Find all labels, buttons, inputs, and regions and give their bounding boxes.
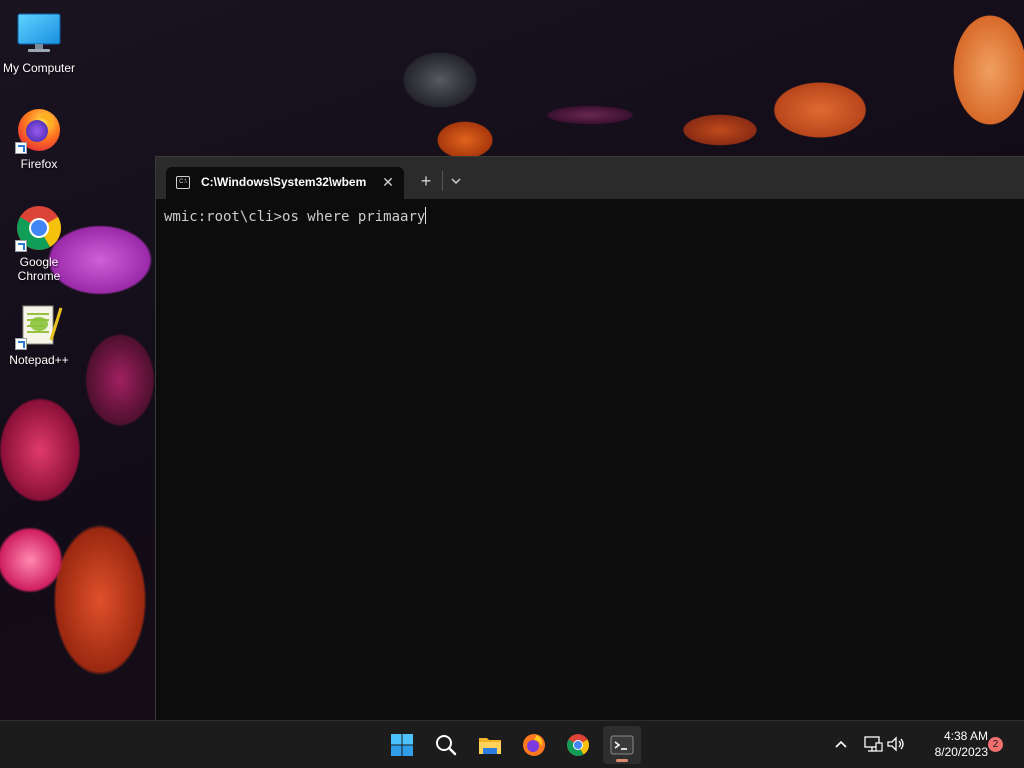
desktop-icon-label: Google Chrome xyxy=(17,255,61,283)
desktop-icon-firefox[interactable]: Firefox xyxy=(0,106,78,171)
shortcut-arrow-icon xyxy=(15,240,27,252)
firefox-icon xyxy=(15,106,63,154)
desktop-icon-label: My Computer xyxy=(2,61,76,75)
network-icon[interactable] xyxy=(863,733,883,755)
desktop-icon-label: Notepad++ xyxy=(9,353,69,367)
desktop-icon-my-computer[interactable]: My Computer xyxy=(0,10,78,75)
tab-bar: C:\ C:\Windows\System32\wbem ✕ + xyxy=(156,157,1024,199)
taskbar: 4:38 AM 8/20/2023 2 xyxy=(0,720,1024,768)
notification-badge[interactable]: 2 xyxy=(988,737,1003,752)
shortcut-arrow-icon xyxy=(15,142,27,154)
desktop-icon-notepad-plus-plus[interactable]: Notepad++ xyxy=(0,302,78,367)
console-output[interactable]: wmic:root\cli>os where primaary xyxy=(164,207,427,225)
shortcut-arrow-icon xyxy=(15,338,27,350)
search-icon xyxy=(436,735,457,756)
terminal-icon xyxy=(610,735,634,755)
close-icon[interactable]: ✕ xyxy=(378,172,398,192)
terminal-taskbar-button[interactable] xyxy=(603,726,641,764)
console-prompt: wmic:root\cli> xyxy=(164,209,283,225)
terminal-window[interactable]: C:\ C:\Windows\System32\wbem ✕ + wmic:ro… xyxy=(155,156,1024,720)
clock-time: 4:38 AM xyxy=(943,729,988,743)
new-tab-button[interactable]: + xyxy=(415,170,437,192)
chevron-down-icon xyxy=(451,178,461,185)
tab-cmd-wbem[interactable]: C:\ C:\Windows\System32\wbem ✕ xyxy=(166,167,404,199)
tab-separator xyxy=(442,171,443,191)
firefox-icon xyxy=(523,734,545,756)
tab-title: C:\Windows\System32\wbem xyxy=(201,175,367,189)
desktop-icon-label: Firefox xyxy=(20,157,58,171)
start-button[interactable] xyxy=(383,726,421,764)
file-explorer-button[interactable] xyxy=(471,726,509,764)
console-input[interactable]: os where primaary xyxy=(282,209,425,225)
tab-dropdown-button[interactable] xyxy=(445,170,467,192)
firefox-taskbar-button[interactable] xyxy=(515,726,553,764)
cmd-icon: C:\ xyxy=(176,176,190,189)
desktop-icon-chrome[interactable]: Google Chrome xyxy=(0,204,78,283)
plus-icon: + xyxy=(420,171,432,191)
chevron-up-icon[interactable] xyxy=(831,733,851,755)
active-app-indicator xyxy=(616,759,628,762)
clock-date: 8/20/2023 xyxy=(934,745,988,759)
taskbar-clock[interactable]: 4:38 AM 8/20/2023 xyxy=(912,728,988,760)
search-button[interactable] xyxy=(427,726,465,764)
chrome-taskbar-button[interactable] xyxy=(559,726,597,764)
text-cursor xyxy=(425,207,427,224)
chrome-icon xyxy=(567,734,589,756)
file-explorer-icon xyxy=(479,738,501,754)
notepad-plus-plus-icon xyxy=(15,302,63,350)
volume-icon[interactable] xyxy=(886,733,906,755)
windows-start-icon xyxy=(391,734,413,756)
monitor-icon xyxy=(15,10,63,58)
chrome-icon xyxy=(15,204,63,252)
